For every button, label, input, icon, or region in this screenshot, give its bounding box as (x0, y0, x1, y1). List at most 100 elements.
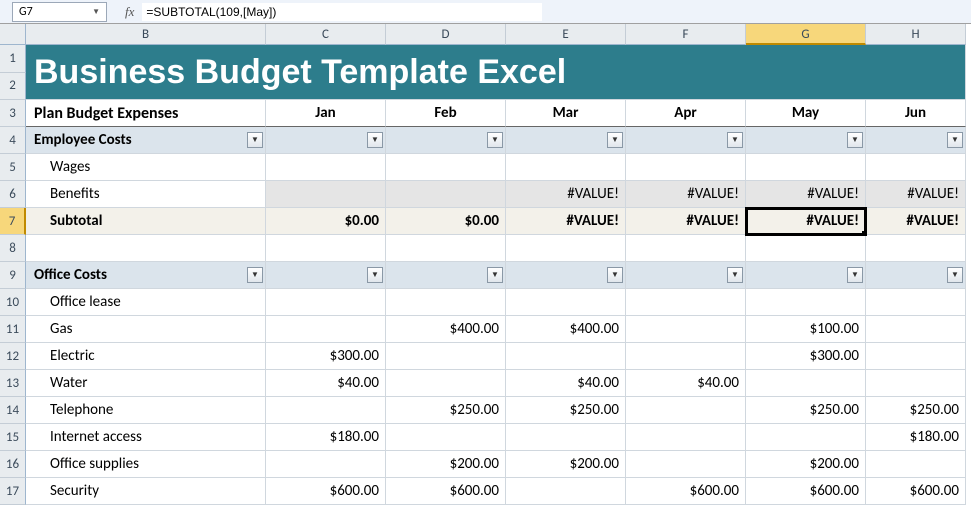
row-header-17[interactable]: 17 (0, 478, 26, 505)
header-jan[interactable]: Jan (266, 100, 386, 127)
cell[interactable] (266, 397, 386, 424)
header-apr[interactable]: Apr (626, 100, 746, 127)
cell[interactable] (746, 370, 866, 397)
col-header-G[interactable]: G (746, 24, 866, 45)
cell[interactable]: $200.00 (506, 451, 626, 478)
filter-dropdown-icon[interactable]: ▼ (847, 132, 863, 148)
filter-dropdown-icon[interactable]: ▼ (607, 267, 623, 283)
row-header-14[interactable]: 14 (0, 397, 26, 424)
cell[interactable] (386, 181, 506, 208)
cell[interactable] (266, 316, 386, 343)
cell[interactable] (866, 316, 966, 343)
cell[interactable]: $100.00 (746, 316, 866, 343)
cell[interactable]: $40.00 (506, 370, 626, 397)
cell[interactable] (866, 235, 966, 262)
filter-dropdown-icon[interactable]: ▼ (727, 267, 743, 283)
cell[interactable]: $180.00 (266, 424, 386, 451)
cell[interactable] (386, 289, 506, 316)
row-gas-label[interactable]: Gas (26, 316, 266, 343)
filter-dropdown-icon[interactable]: ▼ (847, 267, 863, 283)
formula-input[interactable] (142, 3, 542, 21)
row-internet-label[interactable]: Internet access (26, 424, 266, 451)
cell[interactable]: #VALUE! (626, 208, 746, 235)
filter-dropdown-icon[interactable]: ▼ (247, 267, 263, 283)
filter-dropdown-icon[interactable]: ▼ (487, 132, 503, 148)
cell[interactable] (866, 289, 966, 316)
cell[interactable] (266, 181, 386, 208)
fill-handle[interactable] (862, 231, 866, 235)
cell[interactable] (626, 316, 746, 343)
cell[interactable]: ▼ (626, 262, 746, 289)
filter-dropdown-icon[interactable]: ▼ (367, 267, 383, 283)
cell[interactable]: $250.00 (866, 397, 966, 424)
cell[interactable] (866, 154, 966, 181)
cell[interactable] (866, 343, 966, 370)
cell[interactable] (506, 235, 626, 262)
filter-dropdown-icon[interactable]: ▼ (947, 132, 963, 148)
cell[interactable] (386, 370, 506, 397)
row-lease-label[interactable]: Office lease (26, 289, 266, 316)
row-header-4[interactable]: 4 (0, 127, 26, 154)
cell[interactable]: #VALUE! (866, 208, 966, 235)
cell[interactable] (746, 289, 866, 316)
cell[interactable] (266, 154, 386, 181)
col-header-B[interactable]: B (26, 24, 266, 45)
cell[interactable] (386, 235, 506, 262)
cell[interactable] (266, 289, 386, 316)
cell[interactable]: $0.00 (266, 208, 386, 235)
cell[interactable] (866, 370, 966, 397)
section-office-costs[interactable]: Office Costs▼ (26, 262, 266, 289)
cell[interactable]: $300.00 (746, 343, 866, 370)
cell[interactable]: #VALUE! (506, 208, 626, 235)
cell[interactable] (866, 451, 966, 478)
cell[interactable]: $250.00 (746, 397, 866, 424)
cell[interactable]: $40.00 (266, 370, 386, 397)
row-subtotal-label[interactable]: Subtotal (26, 208, 266, 235)
cell[interactable]: $600.00 (626, 478, 746, 505)
cell[interactable]: ▼ (266, 127, 386, 154)
cell[interactable]: ▼ (266, 262, 386, 289)
filter-dropdown-icon[interactable]: ▼ (947, 267, 963, 283)
cell[interactable]: ▼ (386, 127, 506, 154)
cell[interactable] (386, 424, 506, 451)
cell[interactable]: ▼ (746, 127, 866, 154)
cell[interactable] (626, 451, 746, 478)
cell[interactable]: $300.00 (266, 343, 386, 370)
cell[interactable]: #VALUE! (626, 181, 746, 208)
row-header-6[interactable]: 6 (0, 181, 26, 208)
cell[interactable]: ▼ (866, 262, 966, 289)
cell[interactable] (386, 343, 506, 370)
cell[interactable] (626, 397, 746, 424)
cell[interactable]: ▼ (506, 262, 626, 289)
row-security-label[interactable]: Security (26, 478, 266, 505)
header-mar[interactable]: Mar (506, 100, 626, 127)
cell[interactable]: ▼ (386, 262, 506, 289)
cell[interactable] (506, 343, 626, 370)
row-electric-label[interactable]: Electric (26, 343, 266, 370)
chevron-down-icon[interactable]: ▼ (92, 7, 100, 17)
cell[interactable] (626, 289, 746, 316)
col-header-F[interactable]: F (626, 24, 746, 45)
row-header-13[interactable]: 13 (0, 370, 26, 397)
cell[interactable] (506, 478, 626, 505)
cell[interactable] (506, 154, 626, 181)
row-supplies-label[interactable]: Office supplies (26, 451, 266, 478)
cell[interactable] (506, 424, 626, 451)
cell[interactable] (266, 235, 386, 262)
row-header-5[interactable]: 5 (0, 154, 26, 181)
cell[interactable]: $600.00 (866, 478, 966, 505)
filter-dropdown-icon[interactable]: ▼ (247, 132, 263, 148)
filter-dropdown-icon[interactable]: ▼ (727, 132, 743, 148)
row-water-label[interactable]: Water (26, 370, 266, 397)
cell[interactable] (626, 235, 746, 262)
filter-dropdown-icon[interactable]: ▼ (607, 132, 623, 148)
cell[interactable]: ▼ (506, 127, 626, 154)
col-header-C[interactable]: C (266, 24, 386, 45)
cell[interactable]: $600.00 (746, 478, 866, 505)
row-header-11[interactable]: 11 (0, 316, 26, 343)
row-header-10[interactable]: 10 (0, 289, 26, 316)
row-header-9[interactable]: 9 (0, 262, 26, 289)
row-telephone-label[interactable]: Telephone (26, 397, 266, 424)
active-cell-G7[interactable]: #VALUE!▼ (746, 208, 866, 235)
header-feb[interactable]: Feb (386, 100, 506, 127)
